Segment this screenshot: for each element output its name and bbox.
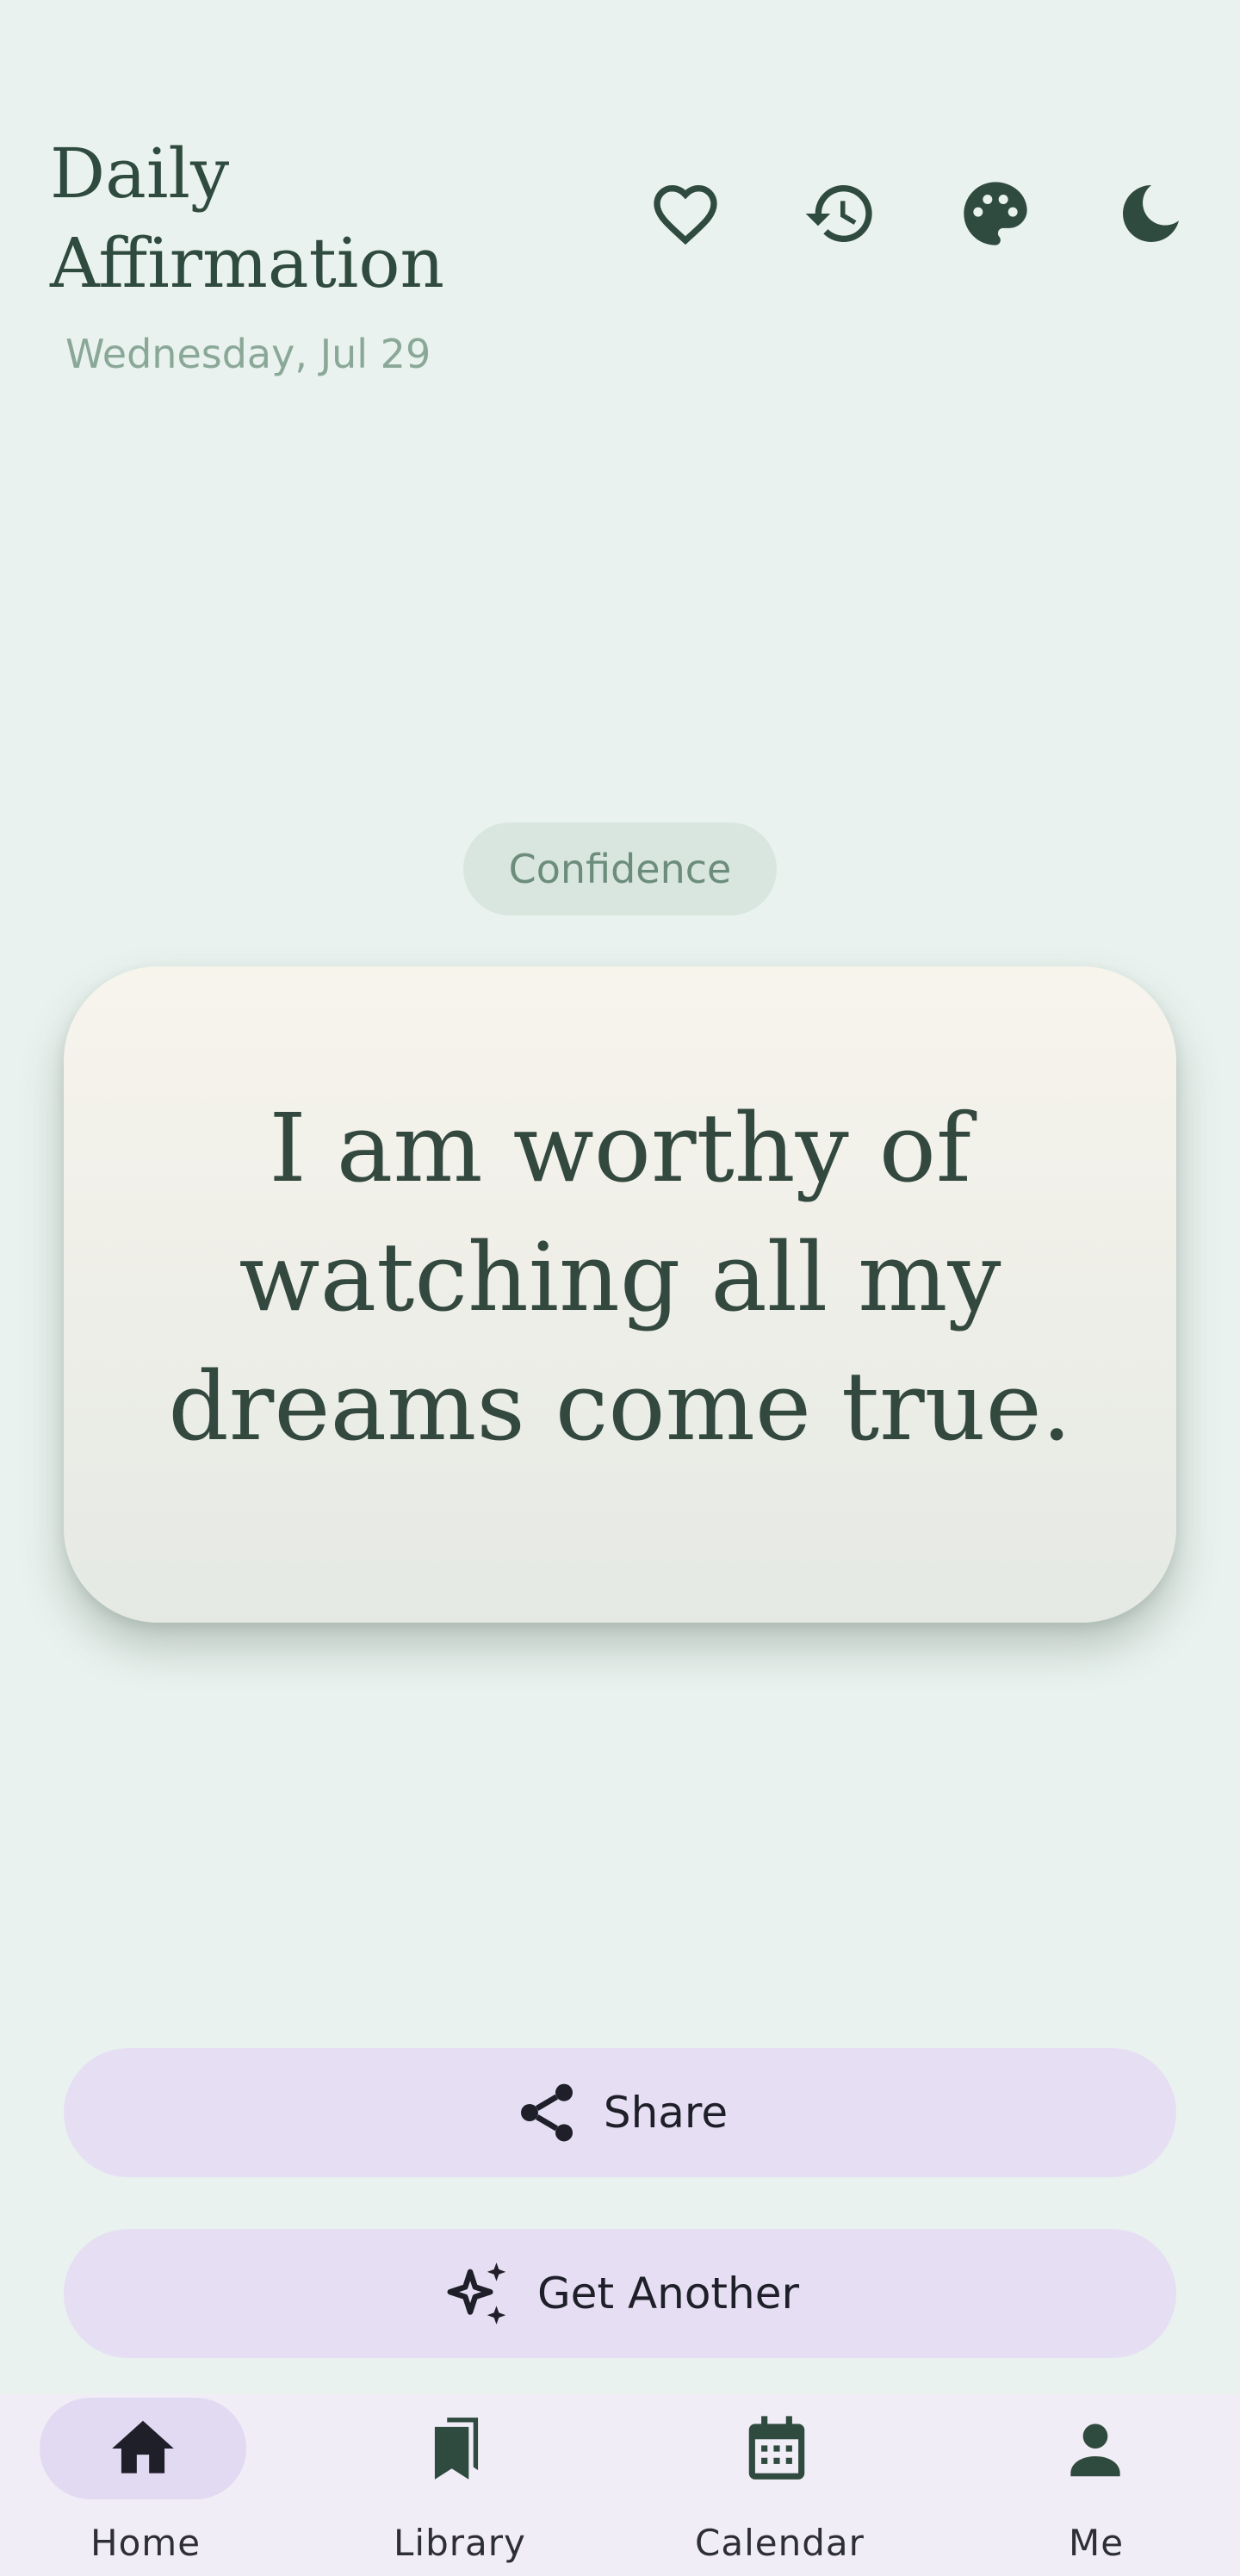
palette-icon — [964, 182, 1027, 245]
app-title: Daily Affirmation — [50, 133, 445, 303]
nav-item-calendar[interactable]: Calendar — [620, 2394, 930, 2576]
person-icon — [1070, 2424, 1120, 2477]
theme-button[interactable] — [954, 172, 1037, 255]
nav-item-library[interactable]: Library — [310, 2394, 620, 2576]
nav-label-library: Library — [394, 2522, 526, 2564]
nav-item-home[interactable]: Home — [0, 2394, 310, 2576]
category-chip: Confidence — [463, 822, 777, 916]
current-date: Wednesday, Jul 29 — [65, 331, 431, 377]
home-screen: Daily Affirmation Wednesday, Jul 29 Conf… — [0, 0, 1240, 2576]
nav-label-me: Me — [1069, 2522, 1125, 2564]
get-another-label: Get Another — [536, 2269, 800, 2318]
moon-icon — [1123, 184, 1179, 242]
nav-item-me[interactable]: Me — [930, 2394, 1240, 2576]
history-icon — [805, 185, 872, 242]
get-another-button[interactable]: Get Another — [64, 2229, 1176, 2358]
nav-label-calendar: Calendar — [695, 2522, 865, 2564]
sparkles-icon — [441, 2256, 515, 2331]
heart-outline-icon — [654, 184, 717, 245]
nav-label-home: Home — [90, 2522, 202, 2564]
calendar-icon — [748, 2416, 805, 2480]
home-icon — [112, 2420, 174, 2474]
share-button[interactable]: Share — [64, 2048, 1176, 2177]
affirmation-card: I am worthy of watching all my dreams co… — [64, 966, 1176, 1623]
share-icon — [512, 2078, 581, 2147]
dark-mode-button[interactable] — [1109, 172, 1192, 255]
bottom-navigation: Home Library Calendar Me — [0, 2394, 1240, 2576]
history-button[interactable] — [799, 172, 882, 255]
share-label: Share — [603, 2088, 728, 2138]
favorites-button[interactable] — [644, 172, 727, 255]
affirmation-text: I am worthy of watching all my dreams co… — [168, 1093, 1072, 1462]
bookmarks-icon — [434, 2418, 479, 2480]
